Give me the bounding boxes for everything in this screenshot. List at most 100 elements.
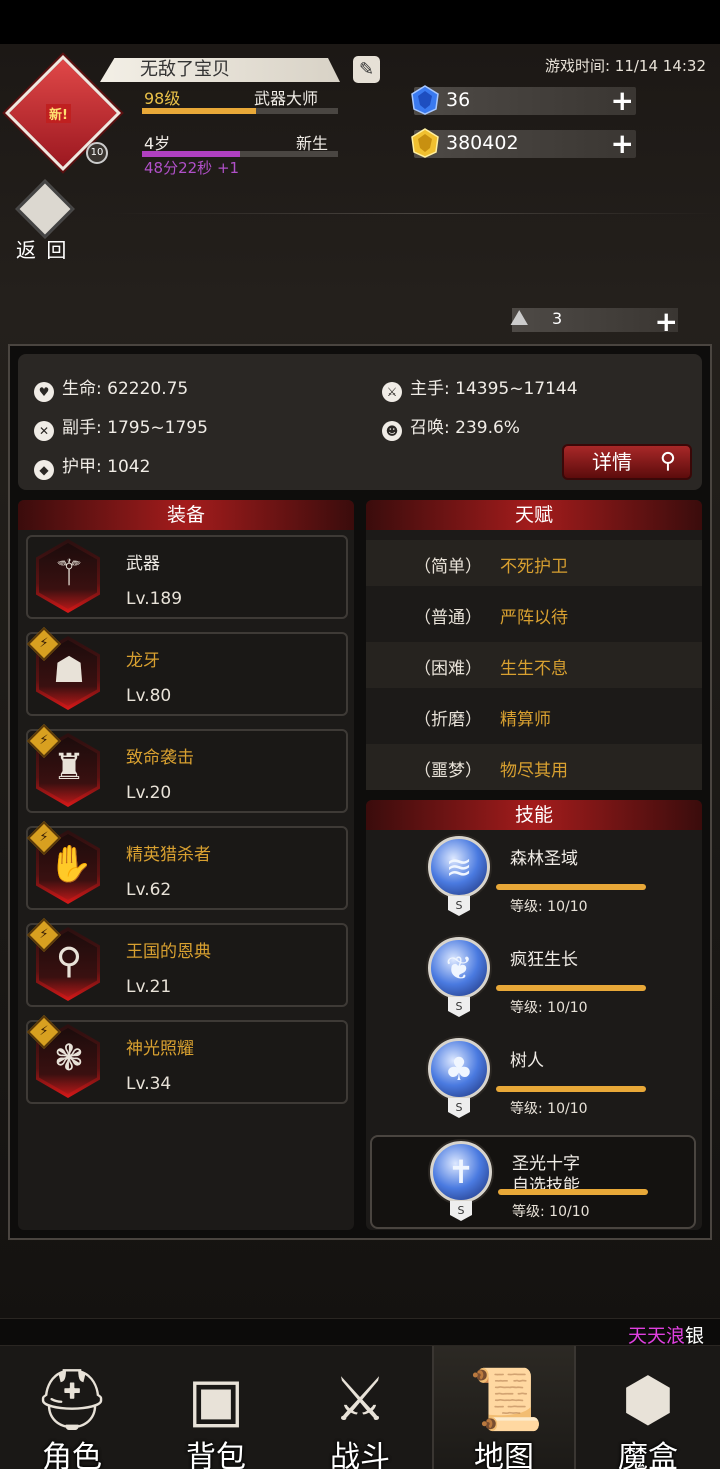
ticker-text: 天天浪银 — [628, 1321, 705, 1346]
nav-label: 魔盒 — [618, 1440, 678, 1469]
skill-level: 等级: 10/10 — [510, 899, 588, 915]
new-badge: 新! — [46, 104, 71, 123]
equipment-slot[interactable]: ⚲ ⚡ 王国的恩典 Lv.21 — [26, 918, 348, 1007]
talent-row[interactable]: （折磨） 精算师 — [366, 693, 702, 739]
treant-icon: ♣ — [444, 1050, 474, 1088]
search-icon: ⚲ — [659, 449, 676, 474]
lightning-icon: ⚡ — [39, 830, 49, 845]
talent-header: 天赋 — [366, 500, 702, 530]
stat-life: ♥ 生命: 62220.75 — [34, 374, 188, 402]
detail-button[interactable]: 详情 ⚲ — [562, 444, 692, 480]
detail-button-label: 详情 — [592, 450, 632, 474]
equipment-level: Lv.189 — [126, 589, 183, 609]
skill-orb: ≋ — [428, 836, 490, 898]
equipment-name: 王国的恩典 — [126, 942, 211, 962]
offhand-icon: ✕ — [34, 421, 54, 441]
gem-resource: 36 + — [411, 85, 636, 115]
skill-level: 等级: 10/10 — [510, 1101, 588, 1117]
talent-difficulty: （简单） — [414, 557, 482, 577]
talent-row[interactable]: （简单） 不死护卫 — [366, 540, 702, 586]
equipment-level: Lv.80 — [126, 686, 172, 706]
skill-rank-tag: S — [448, 997, 470, 1017]
edit-icon: ✎ — [358, 59, 375, 80]
talent-name: 物尽其用 — [500, 761, 568, 781]
wild-growth-icon: ❦ — [445, 949, 473, 987]
nav-tab-3[interactable]: ⚔ 战斗 — [288, 1346, 432, 1469]
status-bar-area — [0, 0, 720, 44]
hat-icon: ☗ — [52, 650, 86, 691]
talent-row[interactable]: （困难） 生生不息 — [366, 642, 702, 688]
bottom-nav: ⛑ 角色 ▣ 背包 ⚔ 战斗 📜 地图 ⬢ 魔盒 — [0, 1346, 720, 1469]
equipment-slot[interactable]: ❃ ⚡ 神光照耀 Lv.34 — [26, 1015, 348, 1104]
nav-label: 地图 — [474, 1440, 534, 1469]
talent-row[interactable]: （普通） 严阵以待 — [366, 591, 702, 637]
skill-name: 森林圣域 — [510, 849, 578, 869]
player-name: 无敌了宝贝 — [100, 58, 340, 82]
equipment-slot[interactable]: ♜ ⚡ 致命袭击 Lv.20 — [26, 724, 348, 813]
back-button[interactable]: 返 回 — [12, 179, 78, 262]
equipment-name: 武器 — [126, 554, 160, 574]
game-time: 游戏时间: 11/14 14:32 — [544, 57, 706, 75]
nav-label: 背包 — [186, 1440, 246, 1469]
skill-header: 技能 — [366, 800, 702, 830]
skill-slot[interactable]: ≋ S 森林圣域 等级: 10/10 — [370, 832, 696, 926]
skill-slot[interactable]: ♣ S 树人 等级: 10/10 — [370, 1034, 696, 1128]
talent-name: 精算师 — [500, 710, 551, 730]
dagger-icon: ⚔ — [382, 382, 402, 402]
stat-armor: ◆ 护甲: 1042 — [34, 452, 150, 480]
stat-summon-text: 召唤: 239.6% — [410, 418, 520, 438]
token-count: 3 — [552, 309, 563, 328]
equipment-name: 龙牙 — [126, 651, 160, 671]
token-resource: ⛰ 3 + — [510, 305, 678, 338]
skill-name: 疯狂生长 — [510, 950, 578, 970]
ticker-message: 银 — [685, 1325, 705, 1346]
magic-box-icon: ⬢ — [621, 1365, 675, 1435]
skill-level-bar — [498, 1189, 648, 1195]
chest-armor-icon: ♜ — [52, 747, 86, 788]
armor-icon: ◆ — [34, 460, 54, 480]
lightning-icon: ⚡ — [39, 733, 49, 748]
sword-shield-icon: ⚔ — [333, 1365, 387, 1435]
equipment-slot[interactable]: ✋ ⚡ 精英猎杀者 Lv.62 — [26, 821, 348, 910]
player-title: 武器大师 — [254, 89, 319, 108]
nav-tab-2[interactable]: ▣ 背包 — [144, 1346, 288, 1469]
nav-label: 战斗 — [330, 1440, 390, 1469]
skill-level: 等级: 10/10 — [512, 1204, 590, 1220]
equipment-slot[interactable]: ☗ ⚡ 龙牙 Lv.80 — [26, 627, 348, 716]
skill-orb: ✝ — [430, 1141, 492, 1203]
stat-summon: ☻ 召唤: 239.6% — [382, 413, 520, 441]
gloves-icon: ✋ — [48, 844, 93, 885]
stat-main-hand-text: 主手: 14395~17144 — [410, 379, 578, 399]
boots-icon: ⚲ — [55, 941, 83, 982]
add-gems-button[interactable]: + — [611, 87, 634, 115]
talent-row[interactable]: （噩梦） 物尽其用 — [366, 744, 702, 790]
back-label: 返 回 — [16, 238, 69, 262]
ticker-player: 天天浪 — [628, 1325, 686, 1346]
talent-name: 严阵以待 — [500, 608, 568, 628]
equipment-name: 致命袭击 — [126, 748, 194, 768]
skill-level-bar — [496, 884, 646, 890]
gold-count: 380402 — [446, 132, 519, 154]
skill-orb: ❦ — [428, 937, 490, 999]
skill-orb: ♣ — [428, 1038, 490, 1100]
skill-slot[interactable]: ❦ S 疯狂生长等级: 10/10 — [370, 933, 696, 1027]
rubble-icon: ⛰ — [510, 306, 529, 331]
equipment-slot[interactable]: ⚚ 武器 Lv.189 — [26, 535, 348, 619]
backpack-icon: ▣ — [187, 1365, 245, 1435]
stat-life-text: 生命: 62220.75 — [62, 379, 189, 399]
skill-rank-tag: S — [448, 1098, 470, 1118]
add-gold-button[interactable]: + — [611, 130, 634, 158]
talent-name: 生生不息 — [500, 659, 568, 679]
nav-tab-1[interactable]: ⛑ 角色 — [0, 1346, 144, 1469]
skill-level: 等级: 10/10 — [510, 1000, 588, 1016]
edit-name-button[interactable]: ✎ — [353, 56, 380, 83]
nav-tab-4[interactable]: 📜 地图 — [432, 1346, 576, 1469]
stat-off-hand-text: 副手: 1795~1795 — [62, 418, 208, 438]
add-tokens-button[interactable]: + — [655, 305, 678, 338]
lightning-icon: ⚡ — [39, 927, 49, 942]
stat-main-hand: ⚔ 主手: 14395~17144 — [382, 374, 578, 402]
nav-tab-5[interactable]: ⬢ 魔盒 — [576, 1346, 720, 1469]
age-timer: 48分22秒 +1 — [144, 159, 240, 177]
skill-slot[interactable]: ✝ S 圣光十字 自选技能 等级: 10/10 — [370, 1135, 696, 1229]
forest-sanctuary-icon: ≋ — [445, 848, 473, 886]
